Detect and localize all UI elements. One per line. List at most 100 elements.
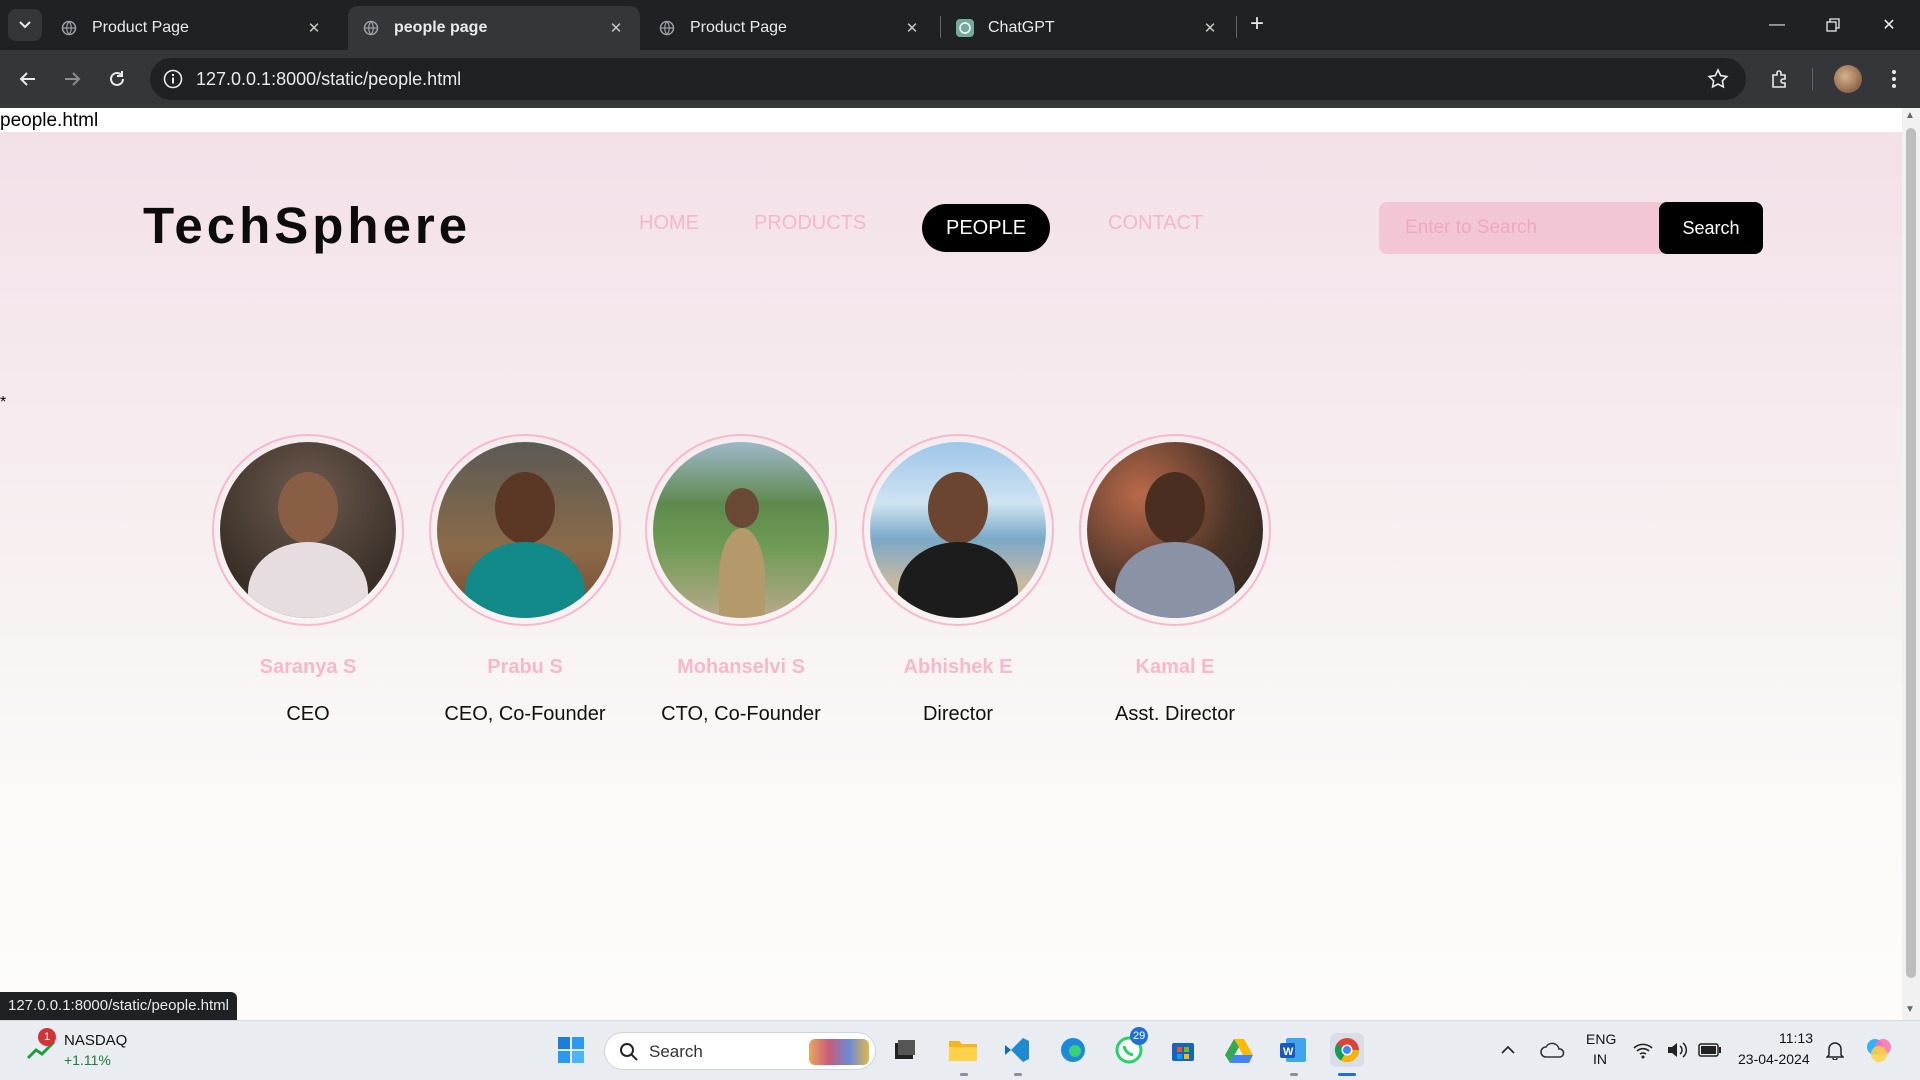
tab-product-page-1[interactable]: Product Page ✕: [46, 6, 338, 50]
tab-title: Product Page: [690, 19, 787, 36]
notification-bell-icon[interactable]: [1822, 1033, 1848, 1067]
search-form: Search: [1379, 202, 1763, 254]
clock-time[interactable]: 11:13: [1779, 1030, 1813, 1046]
microsoft-store-icon[interactable]: [1166, 1033, 1200, 1067]
person-role: CEO, Co-Founder: [444, 703, 606, 725]
taskbar-search[interactable]: Search: [604, 1032, 876, 1070]
stock-name[interactable]: NASDAQ: [64, 1032, 127, 1049]
nav-products[interactable]: PRODUCTS: [754, 212, 866, 235]
globe-icon: [362, 19, 380, 37]
person-name: Saranya S: [259, 656, 357, 678]
search-highlight-image: [809, 1039, 869, 1065]
person-head-shape: [1145, 472, 1205, 544]
minimize-icon[interactable]: —: [1754, 10, 1800, 40]
person-card: Saranya S CEO: [208, 434, 408, 726]
copilot-icon[interactable]: [1862, 1033, 1896, 1067]
language-code[interactable]: ENG: [1586, 1031, 1616, 1047]
person-head-shape: [278, 472, 338, 544]
person-head-shape: [495, 472, 555, 544]
person-name: Mohanselvi S: [677, 656, 805, 678]
person-photo: [653, 442, 829, 618]
person-photo: [437, 442, 613, 618]
person-body-shape: [898, 542, 1018, 618]
address-bar[interactable]: 127.0.0.1:8000/static/people.html: [150, 58, 1746, 100]
browser-tab-bar: Product Page ✕ people page ✕ Product Pag…: [0, 0, 1920, 50]
tab-product-page-2[interactable]: Product Page ✕: [644, 6, 936, 50]
scroll-down-arrow-icon[interactable]: ▼: [1905, 1004, 1915, 1015]
close-icon[interactable]: ✕: [902, 18, 922, 38]
windows-taskbar: 1 NASDAQ +1.11% Search 29 W ENG IN 11:13…: [0, 1020, 1920, 1080]
stray-asterisk: *: [0, 394, 7, 411]
globe-icon: [658, 19, 676, 37]
edge-icon[interactable]: [1056, 1033, 1090, 1067]
more-menu-icon[interactable]: [1878, 63, 1910, 95]
url-text: 127.0.0.1:8000/static/people.html: [196, 69, 462, 89]
person-card: Abhishek E Director: [858, 434, 1058, 726]
nav-home[interactable]: HOME: [639, 212, 699, 235]
globe-icon: [60, 19, 78, 37]
chevron-up-icon[interactable]: [1496, 1033, 1520, 1067]
page-viewport: people.html TechSphere HOME PRODUCTS PEO…: [0, 108, 1902, 1020]
search-button[interactable]: Search: [1659, 202, 1763, 254]
window-close-icon[interactable]: ✕: [1866, 10, 1912, 40]
taskbar-search-label: Search: [649, 1042, 703, 1061]
word-icon[interactable]: W: [1276, 1033, 1310, 1067]
profile-avatar[interactable]: [1834, 65, 1862, 93]
scroll-up-arrow-icon[interactable]: ▲: [1905, 110, 1915, 121]
nav-contact[interactable]: CONTACT: [1108, 212, 1203, 235]
running-indicator: [1290, 1073, 1298, 1076]
brand-logo[interactable]: TechSphere: [143, 196, 471, 255]
nav-people[interactable]: PEOPLE: [922, 204, 1051, 252]
site-info-icon[interactable]: [162, 68, 184, 90]
tab-divider: [1236, 16, 1237, 38]
tab-people-page[interactable]: people page ✕: [348, 6, 640, 50]
person-photo: [220, 442, 396, 618]
person-body-shape: [719, 528, 765, 618]
forward-arrow-icon[interactable]: [56, 63, 88, 95]
back-arrow-icon[interactable]: [12, 63, 44, 95]
people-page: TechSphere HOME PRODUCTS PEOPLE CONTACT …: [0, 132, 1902, 1020]
restore-icon[interactable]: [1810, 10, 1856, 40]
person-role: CEO: [286, 703, 330, 725]
clock-date[interactable]: 23-04-2024: [1738, 1051, 1810, 1067]
tab-title: ChatGPT: [988, 19, 1055, 36]
person-name: Abhishek E: [903, 656, 1013, 678]
file-explorer-icon[interactable]: [946, 1033, 980, 1067]
person-card: Kamal E Asst. Director: [1075, 434, 1275, 726]
person-photo: [870, 442, 1046, 618]
extensions-puzzle-icon[interactable]: [1764, 63, 1796, 95]
person-card: Prabu S CEO, Co-Founder: [425, 434, 625, 726]
vscode-icon[interactable]: [1000, 1033, 1034, 1067]
chrome-icon[interactable]: [1330, 1033, 1364, 1067]
google-drive-icon[interactable]: [1222, 1033, 1256, 1067]
person-photo-frame: [429, 434, 621, 626]
bookmark-star-icon[interactable]: [1706, 67, 1730, 91]
new-tab-button[interactable]: +: [1244, 12, 1270, 38]
reload-icon[interactable]: [101, 63, 133, 95]
task-view-icon[interactable]: [888, 1033, 922, 1067]
close-icon[interactable]: ✕: [606, 18, 626, 38]
onedrive-icon[interactable]: [1536, 1033, 1570, 1067]
language-region[interactable]: IN: [1593, 1051, 1607, 1067]
tab-search-button[interactable]: [8, 9, 42, 41]
running-indicator: [960, 1073, 968, 1076]
scroll-thumb[interactable]: [1906, 128, 1916, 978]
tab-chatgpt[interactable]: ChatGPT ✕: [942, 6, 1234, 50]
search-input[interactable]: [1379, 202, 1659, 254]
chevron-down-icon: [19, 21, 31, 29]
windows-start-icon[interactable]: [554, 1033, 588, 1067]
search-icon: [619, 1042, 639, 1067]
person-card: Mohanselvi S CTO, Co-Founder: [641, 434, 841, 726]
person-role: CTO, Co-Founder: [661, 703, 821, 725]
person-role: Director: [922, 703, 993, 725]
wifi-icon[interactable]: [1630, 1033, 1656, 1067]
close-icon[interactable]: ✕: [304, 18, 324, 38]
person-photo-frame: [862, 434, 1054, 626]
page-scrollbar[interactable]: ▲ ▼: [1902, 108, 1920, 1020]
person-body-shape: [1115, 542, 1235, 618]
active-indicator: [1338, 1073, 1356, 1076]
speaker-icon[interactable]: [1664, 1033, 1690, 1067]
close-icon[interactable]: ✕: [1200, 18, 1220, 38]
battery-icon[interactable]: [1696, 1033, 1724, 1067]
tab-divider: [940, 16, 941, 38]
